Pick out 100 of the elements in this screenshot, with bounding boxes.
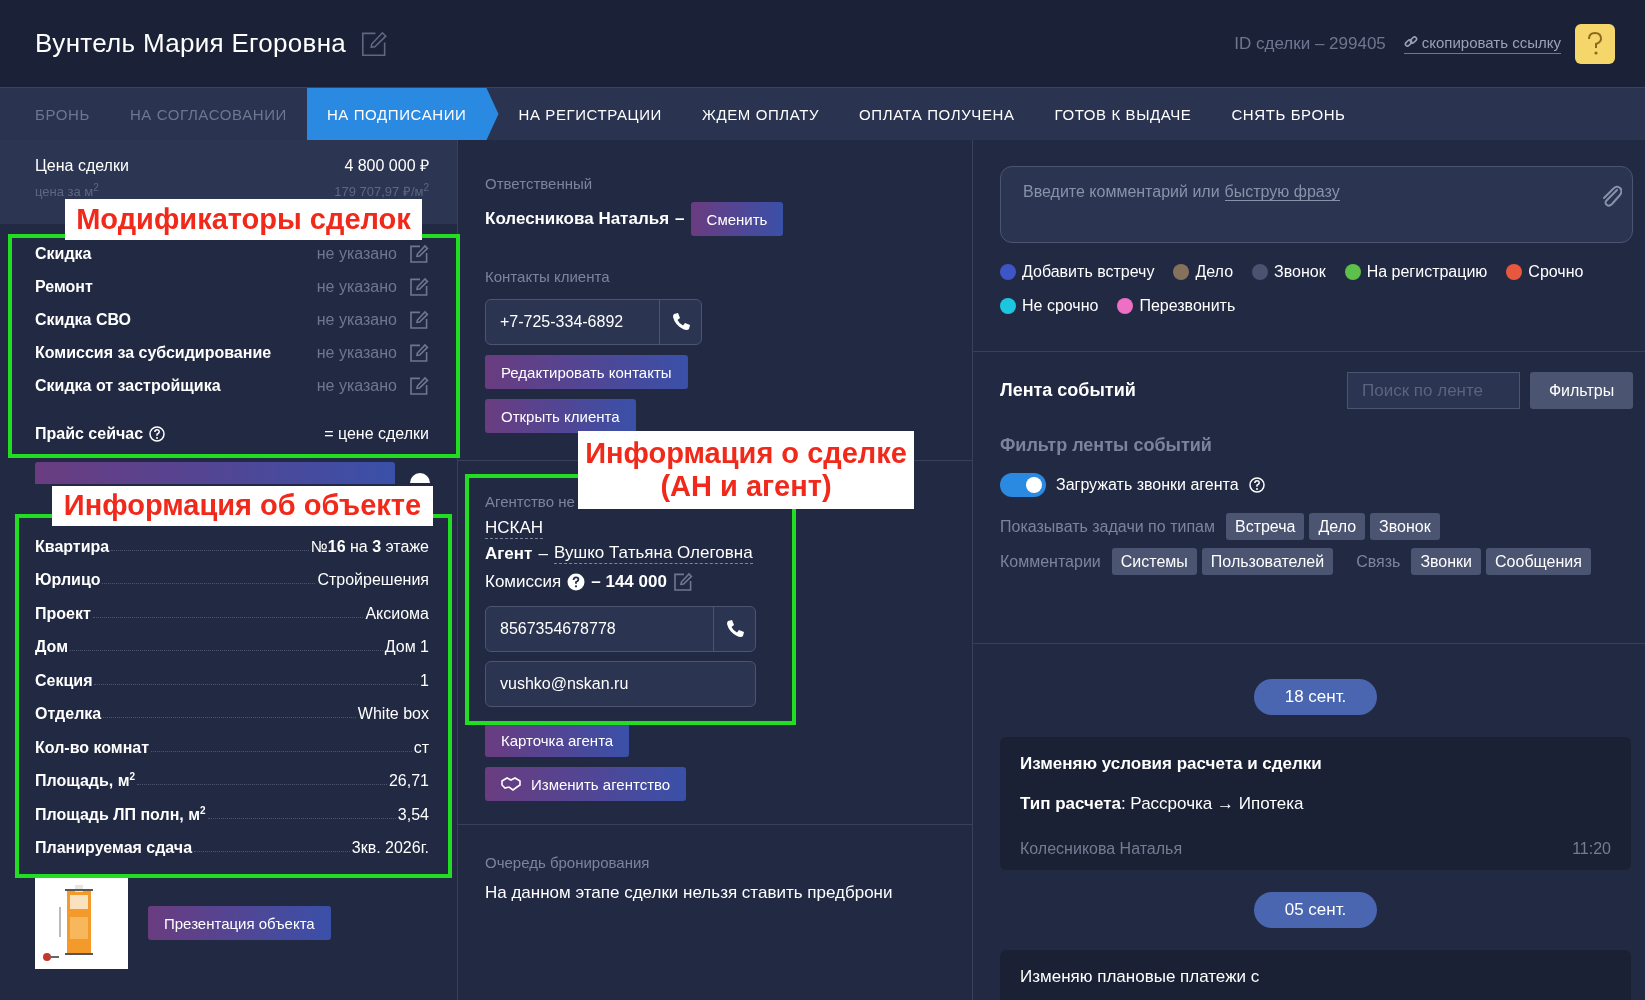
filter-chip[interactable]: Звонок [1370, 513, 1440, 540]
question-icon [1585, 30, 1605, 57]
property-label: Отделка [35, 705, 102, 723]
edit-icon[interactable] [360, 29, 389, 58]
agency-link[interactable]: НСКАН [485, 518, 544, 539]
change-agency-button[interactable]: Изменить агентство [485, 767, 687, 801]
annotation-label: Информация об объекте [52, 486, 433, 526]
phone-icon [724, 619, 745, 639]
property-label: Площадь, м$^{2}$ [35, 772, 136, 790]
property-value: 1 [420, 671, 429, 690]
paperclip-icon[interactable] [1600, 183, 1622, 209]
event-title: Изменяю плановые платежи с [1020, 967, 1261, 987]
link-icon [1403, 35, 1418, 49]
stage-tab[interactable]: НА ПОДПИСАНИИ [306, 88, 499, 140]
property-label: Квартира [35, 537, 110, 556]
property-value: White box [357, 705, 429, 723]
agent-label: Агент [485, 543, 533, 564]
change-button[interactable]: Сменить [690, 202, 784, 236]
modifier-label: Комиссия за субсидирование [35, 343, 273, 362]
modifier-value: не указано [316, 244, 397, 263]
comment-field[interactable]: Введите комментарий или быструю фразу [1000, 166, 1633, 243]
client-button[interactable]: Открыть клиента [485, 399, 636, 433]
stage-tab[interactable]: ЖДЕМ ОПЛАТУ [682, 88, 840, 140]
filter-chip[interactable]: Встреча [1225, 513, 1305, 540]
dash-text: – [538, 543, 548, 564]
section-heading: Очередь бронирования [485, 854, 651, 871]
client-button[interactable]: Редактировать контакты [485, 355, 688, 389]
email-field[interactable]: vushko@nskan.ru [485, 661, 756, 707]
edit-icon[interactable] [409, 342, 429, 363]
tag-label: Не срочно [1022, 297, 1099, 315]
edit-icon[interactable] [672, 572, 693, 592]
help-button[interactable] [1575, 23, 1615, 64]
phone-field[interactable]: 8567354678778 [485, 606, 756, 652]
modifier-label: Ремонт [35, 277, 94, 296]
property-value: Дом 1 [384, 638, 429, 656]
edit-icon[interactable] [409, 309, 429, 330]
property-label: Площадь ЛП полн, м$^{2}$ [35, 805, 206, 824]
quick-tag[interactable]: Срочно [1506, 260, 1584, 284]
quick-tag[interactable]: Не срочно [1000, 294, 1099, 318]
tag-label: Добавить встречу [1022, 263, 1155, 281]
quick-tag[interactable]: Дело [1173, 260, 1234, 284]
filter-chip[interactable]: Пользователей [1201, 548, 1334, 575]
edit-icon[interactable] [409, 243, 429, 264]
dash-text: – [675, 209, 685, 229]
presentation-button[interactable]: Презентация объекта [148, 906, 331, 940]
phone-field[interactable]: +7-725-334-6892 [485, 299, 702, 345]
filters-button[interactable]: Фильтры [1530, 372, 1633, 409]
property-label: Планируемая сдача [35, 839, 193, 857]
copy-link[interactable]: скопировать ссылку [1403, 33, 1561, 54]
annotation-label: Модификаторы сделок [65, 199, 422, 240]
booking-note: На данном этапе сделки нельзя ставить предброни [485, 883, 894, 903]
modifier-value: не указано [316, 277, 397, 296]
stage-tab[interactable]: НА РЕГИСТРАЦИИ [498, 88, 682, 140]
quick-tag[interactable]: Звонок [1252, 260, 1326, 284]
date-pill: 18 сент. [1254, 679, 1377, 715]
tag-label: На регистрацию [1366, 263, 1488, 281]
modifier-label: Скидка СВО [35, 310, 133, 329]
event-detail: Тип расчета: Рассрочка → Ипотека [1020, 794, 1305, 814]
commission-value: – 144 000 [591, 572, 667, 592]
toggle-label: Загружать звонки агента [1056, 476, 1239, 494]
deal-id: ID сделки – 299405 [1234, 33, 1386, 54]
filter-chip[interactable]: Системы [1111, 548, 1197, 575]
filter-chip[interactable]: Дело [1309, 513, 1366, 540]
agent-link[interactable]: Вушко Татьяна Олеговна [553, 543, 753, 564]
filter-label: Показывать задачи по типам [1000, 517, 1215, 536]
quick-phrase-link[interactable]: быструю фразу [1224, 183, 1340, 201]
stage-tab[interactable]: СНЯТЬ БРОНЬ [1211, 88, 1366, 140]
filter-label: Связь [1356, 552, 1401, 571]
tag-label: Дело [1195, 263, 1234, 281]
modifier-label: Скидка [35, 244, 93, 263]
property-label: Секция [35, 671, 93, 690]
price-now-label: Прайс сейчас [35, 425, 144, 443]
quick-tag[interactable]: Перезвонить [1117, 294, 1236, 318]
tag-label: Срочно [1528, 263, 1584, 281]
phone-icon [670, 312, 691, 332]
tag-label: Звонок [1274, 263, 1326, 281]
quick-tag[interactable]: На регистрацию [1344, 260, 1488, 284]
edit-icon[interactable] [409, 375, 429, 396]
section-heading: Контакты клиента [485, 268, 611, 285]
stage-tab[interactable]: ОПЛАТА ПОЛУЧЕНА [839, 88, 1035, 140]
toggle-switch[interactable] [1000, 473, 1046, 497]
filter-label: Комментарии [1000, 552, 1101, 571]
quick-tag[interactable]: Добавить встречу [1000, 260, 1155, 284]
price-value: 4 800 000 ₽ [344, 156, 429, 176]
section-heading: Агентство не [485, 493, 576, 510]
edit-icon[interactable] [409, 276, 429, 297]
property-label: Проект [35, 604, 91, 623]
event-author: Колесникова Наталья [1020, 840, 1183, 858]
client-name: Вунтель Мария Егоровна [35, 28, 347, 59]
filter-chip[interactable]: Звонки [1411, 548, 1482, 575]
property-label: Кол-во комнат [35, 738, 150, 757]
stage-tab[interactable]: ГОТОВ К ВЫДАЧЕ [1034, 88, 1212, 140]
date-pill: 05 сент. [1254, 892, 1377, 928]
modifier-value: не указано [316, 310, 397, 329]
agent-card-button[interactable]: Карточка агента [485, 723, 630, 757]
section-heading: Ответственный [485, 175, 594, 192]
filter-chip[interactable]: Сообщения [1486, 548, 1591, 575]
property-value: Стройрешения [317, 571, 429, 589]
price-now-value: = цене сделки [324, 425, 429, 443]
event-title: Изменяю условия расчета и сделки [1020, 754, 1323, 774]
